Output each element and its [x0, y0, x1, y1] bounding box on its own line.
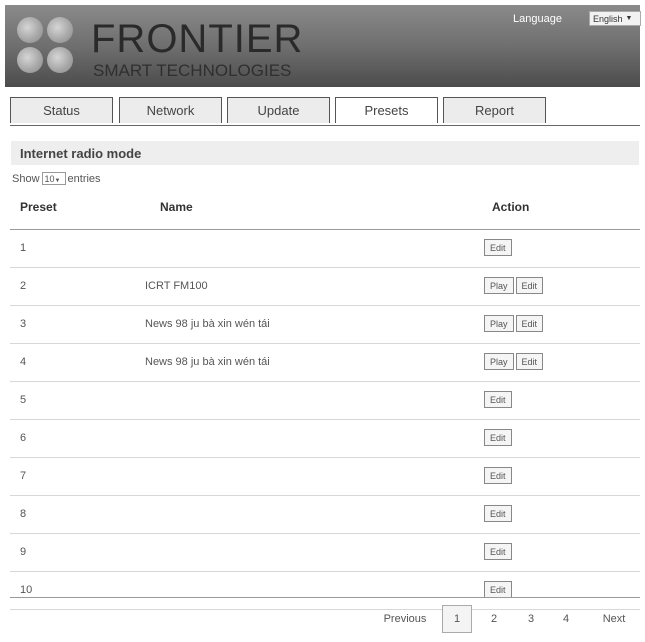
page-button-3[interactable]: 3 [519, 605, 543, 633]
language-select[interactable]: English ▼ [589, 11, 641, 26]
previous-page-button[interactable]: Previous [375, 605, 435, 633]
play-button[interactable]: Play [484, 353, 514, 370]
tab-bar: Status Network Update Presets Report [10, 97, 640, 125]
entries-label: entries [67, 172, 101, 185]
edit-button[interactable]: Edit [484, 505, 512, 522]
edit-button[interactable]: Edit [515, 277, 544, 294]
tab-network[interactable]: Network [119, 97, 222, 123]
brand-name: FRONTIER [91, 17, 304, 61]
page-button-1[interactable]: 1 [442, 605, 472, 633]
preset-number: 3 [20, 318, 27, 330]
row-actions: Play Edit [484, 353, 545, 370]
edit-button[interactable]: Edit [484, 239, 512, 256]
play-button[interactable]: Play [484, 277, 514, 294]
station-name: News 98 ju bà xin wén tái [145, 318, 270, 330]
section-title: Internet radio mode [11, 141, 639, 165]
tab-update[interactable]: Update [227, 97, 330, 123]
edit-button[interactable]: Edit [515, 353, 544, 370]
edit-button[interactable]: Edit [484, 543, 512, 560]
row-actions: Edit [484, 239, 514, 256]
row-actions: Edit [484, 581, 514, 598]
table-row: 2 ICRT FM100 Play Edit [10, 268, 640, 306]
preset-number: 6 [20, 432, 27, 444]
table-row: 6 Edit [10, 420, 640, 458]
column-header-action: Action [492, 200, 530, 214]
edit-button[interactable]: Edit [484, 467, 512, 484]
preset-number: 7 [20, 470, 27, 482]
preset-number: 9 [20, 546, 27, 558]
row-actions: Edit [484, 467, 514, 484]
table-row: 7 Edit [10, 458, 640, 496]
next-page-button[interactable]: Next [594, 605, 634, 633]
row-actions: Edit [484, 543, 514, 560]
entries-select[interactable]: 10▼ [41, 172, 66, 185]
column-header-name[interactable]: Name [160, 200, 193, 214]
column-header-preset[interactable]: Preset [20, 200, 57, 214]
language-label: Language [513, 13, 562, 25]
preset-number: 4 [20, 356, 27, 368]
row-actions: Edit [484, 391, 514, 408]
edit-button[interactable]: Edit [484, 581, 512, 598]
table-row: 4 News 98 ju bà xin wén tái Play Edit [10, 344, 640, 382]
station-name: ICRT FM100 [145, 280, 208, 292]
play-button[interactable]: Play [484, 315, 514, 332]
entries-control: Show 10▼ entries [12, 172, 101, 185]
station-name: News 98 ju bà xin wén tái [145, 356, 270, 368]
table-row: 1 Edit [10, 230, 640, 268]
edit-button[interactable]: Edit [515, 315, 544, 332]
table-bottom-divider [10, 597, 640, 598]
row-actions: Play Edit [484, 277, 545, 294]
show-label: Show [12, 172, 40, 185]
brand-subtitle: SMART TECHNOLOGIES [93, 61, 292, 80]
table-row: 8 Edit [10, 496, 640, 534]
tab-report[interactable]: Report [443, 97, 546, 123]
table-row: 5 Edit [10, 382, 640, 420]
table-row: 3 News 98 ju bà xin wén tái Play Edit [10, 306, 640, 344]
row-actions: Edit [484, 505, 514, 522]
table-row: 9 Edit [10, 534, 640, 572]
header-banner: FRONTIER SMART TECHNOLOGIES Language Eng… [5, 5, 641, 87]
frontier-logo-icon [17, 17, 79, 77]
edit-button[interactable]: Edit [484, 429, 512, 446]
tab-status[interactable]: Status [10, 97, 113, 123]
language-value: English [593, 13, 623, 24]
preset-number: 5 [20, 394, 27, 406]
edit-button[interactable]: Edit [484, 391, 512, 408]
page-button-2[interactable]: 2 [482, 605, 506, 633]
chevron-down-icon: ▼ [54, 178, 61, 184]
row-actions: Play Edit [484, 315, 545, 332]
preset-number: 1 [20, 242, 27, 254]
presets-table-body: 1 Edit 2 ICRT FM100 Play Edit 3 News 98 ju bà x… [10, 230, 640, 610]
row-actions: Edit [484, 429, 514, 446]
chevron-down-icon: ▼ [625, 15, 633, 22]
preset-number: 2 [20, 280, 27, 292]
preset-number: 8 [20, 508, 27, 520]
presets-panel: Internet radio mode Show 10▼ entries Pre… [10, 125, 640, 638]
page-button-4[interactable]: 4 [554, 605, 578, 633]
tab-presets[interactable]: Presets [335, 97, 438, 123]
preset-number: 10 [20, 584, 33, 596]
pagination: Previous 1 2 3 4 Next [10, 605, 640, 635]
